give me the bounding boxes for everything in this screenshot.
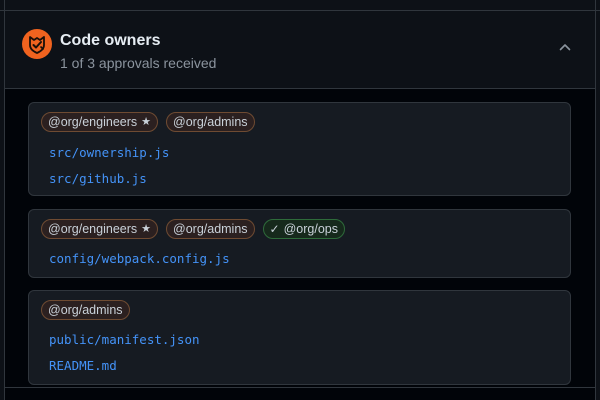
section-divider xyxy=(5,387,595,388)
owner-badge-label: @org/admins xyxy=(173,115,248,129)
owner-badge-admins[interactable]: @org/admins xyxy=(41,300,130,320)
code-owner-groups: @org/engineers ★ @org/admins src/ownersh… xyxy=(5,89,595,400)
previous-section-edge xyxy=(0,0,600,11)
check-icon: ✓ xyxy=(269,222,280,236)
file-link[interactable]: README.md xyxy=(49,358,117,374)
owner-badge-list: @org/engineers ★ @org/admins ✓ @org/ops xyxy=(41,219,345,239)
star-icon: ★ xyxy=(141,116,152,128)
star-icon: ★ xyxy=(141,223,152,235)
panel-title: Code owners xyxy=(60,32,161,49)
owner-badge-list: @org/admins xyxy=(41,300,130,320)
file-link[interactable]: public/manifest.json xyxy=(49,332,200,348)
owner-badge-admins[interactable]: @org/admins xyxy=(166,112,255,132)
owner-group-card: @org/admins public/manifest.json README.… xyxy=(28,290,571,385)
owner-badge-label: @org/admins xyxy=(48,303,123,317)
file-link[interactable]: src/github.js xyxy=(49,171,147,187)
owner-group-card: @org/engineers ★ @org/admins src/ownersh… xyxy=(28,102,571,196)
owner-badge-label: @org/ops xyxy=(283,222,338,236)
owner-badge-list: @org/engineers ★ @org/admins xyxy=(41,112,255,132)
code-owners-panel: Code owners 1 of 3 approvals received @o… xyxy=(4,11,596,400)
owner-badge-admins[interactable]: @org/admins xyxy=(166,219,255,239)
file-link[interactable]: config/webpack.config.js xyxy=(49,251,230,267)
file-link[interactable]: src/ownership.js xyxy=(49,145,169,161)
approval-status-text: 1 of 3 approvals received xyxy=(60,55,217,71)
owner-badge-label: @org/engineers xyxy=(48,222,138,236)
chevron-up-icon[interactable] xyxy=(557,39,573,55)
owner-badge-label: @org/admins xyxy=(173,222,248,236)
owner-badge-engineers[interactable]: @org/engineers ★ xyxy=(41,219,159,239)
owner-badge-engineers[interactable]: @org/engineers ★ xyxy=(41,112,159,132)
github-org-shield-icon xyxy=(22,29,52,59)
code-owners-header[interactable]: Code owners 1 of 3 approvals received xyxy=(5,11,595,89)
owner-badge-ops[interactable]: ✓ @org/ops xyxy=(262,219,345,239)
code-owners-page: Code owners 1 of 3 approvals received @o… xyxy=(0,0,600,400)
owner-badge-label: @org/engineers xyxy=(48,115,138,129)
owner-group-card: @org/engineers ★ @org/admins ✓ @org/ops … xyxy=(28,209,571,278)
